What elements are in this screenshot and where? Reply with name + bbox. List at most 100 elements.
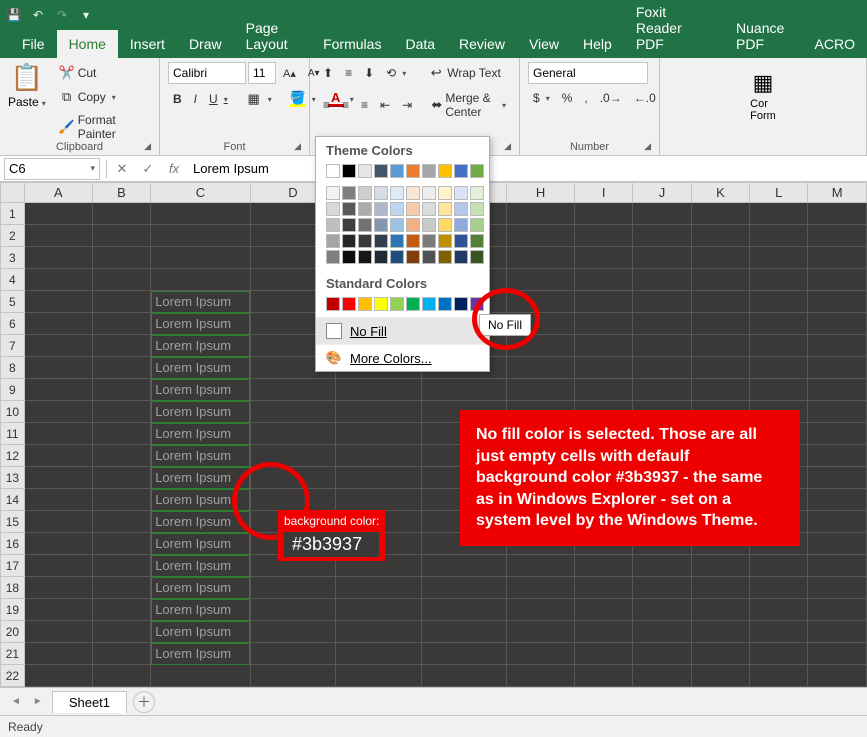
orientation-icon[interactable]: ⟲	[381, 63, 411, 83]
cell[interactable]	[151, 665, 251, 687]
italic-button[interactable]: I	[189, 89, 202, 109]
cell[interactable]	[421, 577, 506, 599]
borders-button[interactable]: ▦	[241, 88, 277, 110]
sheet-nav-prev-icon[interactable]: ◄	[8, 696, 24, 707]
qat-customize-icon[interactable]: ▾	[78, 7, 94, 23]
row-header[interactable]: 12	[1, 445, 25, 467]
cell[interactable]	[336, 467, 421, 489]
row-header[interactable]: 7	[1, 335, 25, 357]
cell[interactable]	[24, 291, 92, 313]
color-swatch[interactable]	[422, 297, 436, 311]
row-header[interactable]: 6	[1, 313, 25, 335]
cell[interactable]	[691, 379, 749, 401]
cell[interactable]	[92, 621, 150, 643]
color-swatch[interactable]	[470, 164, 484, 178]
cell[interactable]	[24, 665, 92, 687]
cell[interactable]	[575, 357, 633, 379]
cell[interactable]: Lorem Ipsum	[151, 577, 251, 599]
tab-foxit-reader-pdf[interactable]: Foxit Reader PDF	[624, 0, 724, 58]
cell[interactable]	[750, 291, 808, 313]
color-swatch[interactable]	[358, 186, 372, 200]
more-colors-item[interactable]: 🎨 More Colors...	[316, 344, 489, 371]
cell[interactable]	[421, 379, 506, 401]
color-swatch[interactable]	[470, 186, 484, 200]
cell[interactable]	[24, 643, 92, 665]
cell[interactable]	[575, 313, 633, 335]
tab-insert[interactable]: Insert	[118, 30, 177, 58]
row-header[interactable]: 16	[1, 533, 25, 555]
column-header[interactable]: A	[24, 183, 92, 203]
row-header[interactable]: 22	[1, 665, 25, 687]
cell[interactable]	[808, 555, 867, 577]
row-header[interactable]: 20	[1, 621, 25, 643]
color-swatch[interactable]	[326, 250, 340, 264]
align-right-icon[interactable]: ≡	[356, 95, 373, 115]
color-swatch[interactable]	[406, 234, 420, 248]
color-swatch[interactable]	[406, 186, 420, 200]
cell[interactable]	[691, 335, 749, 357]
cell[interactable]	[506, 621, 574, 643]
row-header[interactable]: 19	[1, 599, 25, 621]
dialog-launcher-icon[interactable]: ◢	[294, 141, 301, 152]
color-swatch[interactable]	[342, 250, 356, 264]
tab-file[interactable]: File	[10, 30, 57, 58]
cell[interactable]	[575, 269, 633, 291]
cell[interactable]	[506, 225, 574, 247]
cell[interactable]	[750, 577, 808, 599]
cell[interactable]	[506, 357, 574, 379]
cell[interactable]	[24, 203, 92, 225]
percent-format-icon[interactable]: %	[557, 88, 578, 108]
cell[interactable]	[633, 643, 691, 665]
add-sheet-button[interactable]: ＋	[133, 691, 155, 713]
wrap-text-button[interactable]: ↩Wrap Text	[423, 62, 506, 84]
cell[interactable]	[421, 555, 506, 577]
cell[interactable]	[691, 621, 749, 643]
cell[interactable]	[575, 225, 633, 247]
cell[interactable]	[575, 665, 633, 687]
cell[interactable]	[808, 225, 867, 247]
color-swatch[interactable]	[374, 234, 388, 248]
cell[interactable]	[575, 291, 633, 313]
cancel-formula-icon[interactable]: ✕	[109, 161, 135, 177]
color-swatch[interactable]	[342, 218, 356, 232]
accounting-format-icon[interactable]: $	[528, 88, 555, 108]
row-header[interactable]: 10	[1, 401, 25, 423]
column-header[interactable]: K	[691, 183, 749, 203]
undo-icon[interactable]: ↶	[30, 7, 46, 23]
conditional-formatting-button[interactable]: ▦ CorForm	[668, 70, 858, 122]
cell[interactable]	[92, 489, 150, 511]
cell[interactable]	[633, 269, 691, 291]
cell[interactable]	[633, 313, 691, 335]
cell[interactable]	[808, 357, 867, 379]
cut-button[interactable]: ✂️Cut	[54, 62, 151, 84]
color-swatch[interactable]	[342, 186, 356, 200]
color-swatch[interactable]	[326, 202, 340, 216]
color-swatch[interactable]	[438, 164, 452, 178]
row-header[interactable]: 1	[1, 203, 25, 225]
align-center-icon[interactable]: ≡	[337, 95, 354, 115]
cell[interactable]	[633, 203, 691, 225]
cell[interactable]	[336, 445, 421, 467]
cell[interactable]	[92, 577, 150, 599]
cell[interactable]	[24, 533, 92, 555]
cell[interactable]	[808, 511, 867, 533]
color-swatch[interactable]	[374, 297, 388, 311]
cell[interactable]	[24, 335, 92, 357]
cell[interactable]	[691, 313, 749, 335]
save-icon[interactable]: 💾	[6, 7, 22, 23]
cell[interactable]	[633, 357, 691, 379]
cell[interactable]	[92, 423, 150, 445]
cell[interactable]	[336, 577, 421, 599]
cell[interactable]	[750, 247, 808, 269]
cell[interactable]	[750, 621, 808, 643]
row-header[interactable]: 13	[1, 467, 25, 489]
cell[interactable]	[633, 555, 691, 577]
cell[interactable]	[750, 269, 808, 291]
color-swatch[interactable]	[438, 234, 452, 248]
cell[interactable]	[151, 225, 251, 247]
align-top-icon[interactable]: ⬆	[318, 63, 338, 83]
row-header[interactable]: 18	[1, 577, 25, 599]
color-swatch[interactable]	[422, 234, 436, 248]
cell[interactable]	[92, 291, 150, 313]
row-header[interactable]: 15	[1, 511, 25, 533]
